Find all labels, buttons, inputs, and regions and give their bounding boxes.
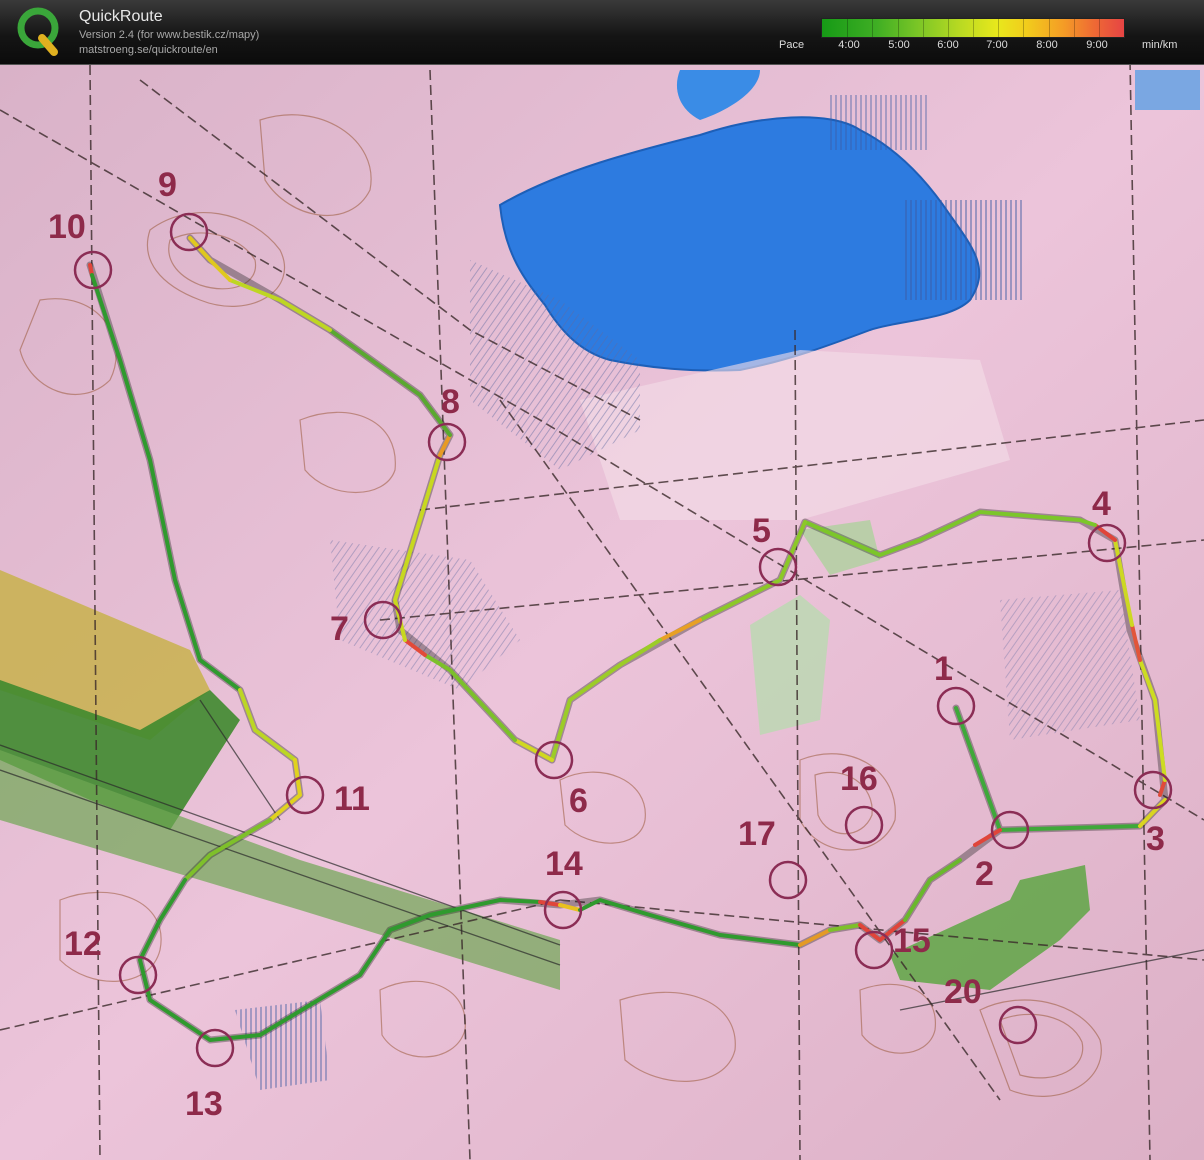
- control-number-6: 6: [569, 782, 588, 820]
- control-number-4: 4: [1092, 485, 1111, 523]
- control-number-11: 11: [334, 780, 370, 818]
- control-number-13: 13: [185, 1085, 223, 1123]
- control-number-1: 1: [934, 650, 953, 688]
- pace-scale-separator: [1023, 19, 1025, 37]
- pace-label: Pace: [779, 39, 805, 51]
- quickroute-logo: [17, 7, 59, 56]
- pace-scale-separator: [1048, 19, 1050, 37]
- pace-unit: min/km: [1142, 39, 1178, 51]
- pace-tick: 7:00: [986, 39, 1008, 51]
- pace-scale-separator: [847, 19, 849, 37]
- pace-tick: 5:00: [888, 39, 910, 51]
- marsh-hatch: [905, 200, 1025, 300]
- control-number-16: 16: [840, 760, 878, 798]
- hatched-east: [1000, 590, 1140, 740]
- app-version: Version 2.4 (for www.bestik.cz/mapy): [79, 29, 260, 41]
- pace-tick: 8:00: [1036, 39, 1058, 51]
- control-number-2: 2: [975, 855, 994, 893]
- pace-scale-separator: [947, 19, 949, 37]
- control-number-9: 9: [158, 166, 177, 204]
- pace-tick: 9:00: [1086, 39, 1108, 51]
- pace-scale-separator: [973, 19, 974, 37]
- control-number-7: 7: [330, 610, 349, 648]
- control-number-20: 20: [944, 973, 982, 1011]
- orienteering-map[interactable]: 1 2 3 4 5 6 7 8 9 10 11 12 13 14 15 16 1…: [0, 65, 1204, 1160]
- control-number-10: 10: [48, 208, 86, 246]
- marsh-hatch-north: [830, 95, 930, 150]
- pace-color-scale: [821, 18, 1125, 38]
- pace-scale-separator: [872, 19, 874, 37]
- control-number-8: 8: [441, 383, 460, 421]
- pace-tick: 6:00: [937, 39, 959, 51]
- app-name: QuickRoute: [79, 8, 163, 25]
- control-number-14: 14: [545, 845, 583, 883]
- control-number-15: 15: [893, 922, 931, 960]
- header-bar: QuickRoute Version 2.4 (for www.bestik.c…: [0, 0, 1204, 65]
- control-number-5: 5: [752, 512, 771, 550]
- pace-scale-separator: [897, 19, 899, 37]
- pace-scale-separator: [922, 19, 924, 37]
- pace-tick: 4:00: [838, 39, 860, 51]
- control-number-3: 3: [1146, 820, 1165, 858]
- pace-scale-separator: [998, 19, 1000, 37]
- pace-scale-separator: [1098, 19, 1100, 37]
- water-east: [1135, 70, 1200, 110]
- app-url[interactable]: matstroeng.se/quickroute/en: [79, 44, 218, 56]
- control-number-12: 12: [64, 925, 102, 963]
- pace-scale-separator: [1073, 19, 1075, 37]
- control-number-17: 17: [738, 815, 776, 853]
